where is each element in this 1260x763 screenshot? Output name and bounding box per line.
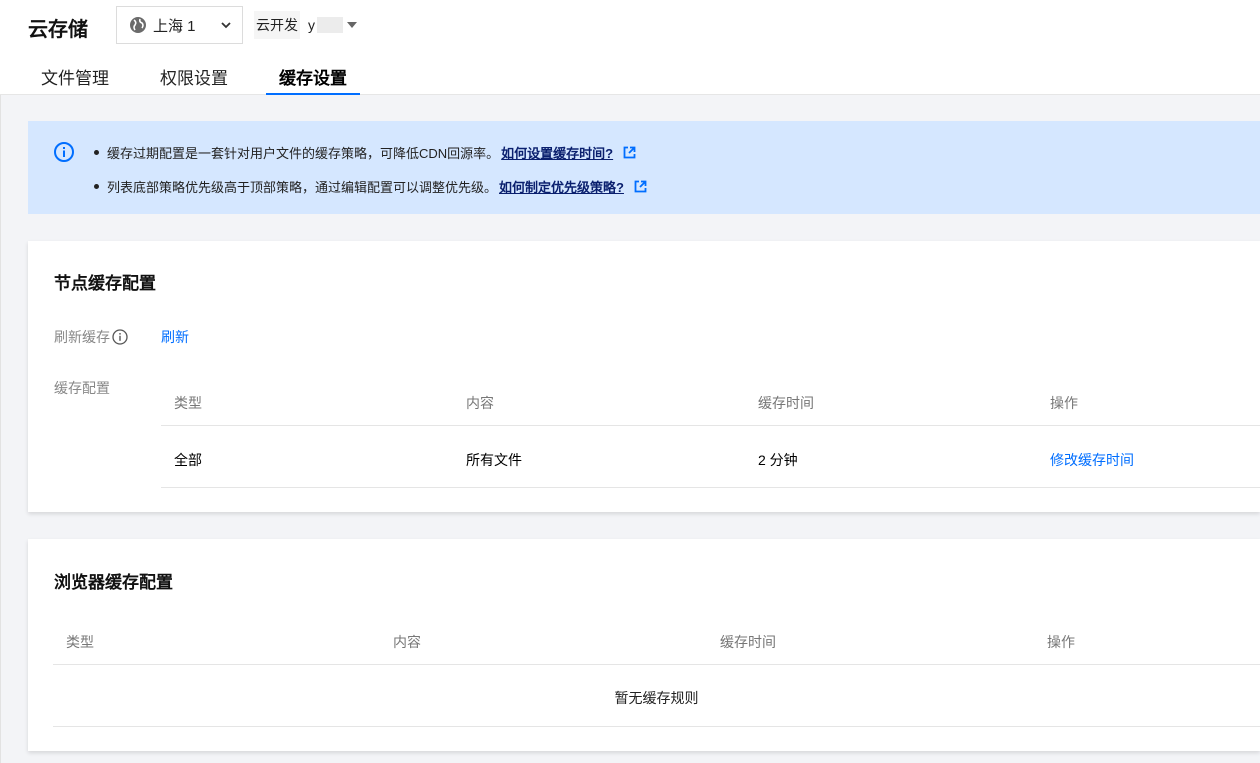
- row-divider: [53, 664, 1260, 665]
- browser-cache-card: 浏览器缓存配置 类型 内容 缓存时间 操作 暂无缓存规则: [28, 539, 1260, 751]
- priority-help-link[interactable]: 如何制定优先级策略?: [499, 177, 624, 196]
- table-header: 类型 内容 缓存时间 操作: [161, 393, 1260, 426]
- node-cache-card: 节点缓存配置 刷新缓存 刷新 缓存配置 类型 内容 缓存时间 操作 全部 所有文…: [28, 241, 1260, 512]
- cell-duration: 2 分钟: [758, 452, 798, 468]
- table-header: 类型 内容 缓存时间 操作: [53, 632, 1260, 665]
- region-select[interactable]: 上海 1: [116, 6, 243, 44]
- external-link-icon[interactable]: [623, 146, 636, 159]
- bullet: [94, 150, 99, 155]
- table-row: 全部 所有文件 2 分钟 修改缓存时间: [161, 450, 1260, 470]
- env-id: y: [308, 17, 315, 33]
- col-content: 内容: [393, 634, 421, 650]
- region-label: 上海 1: [153, 17, 196, 35]
- tab-file-management[interactable]: 文件管理: [28, 56, 122, 95]
- edit-cache-time-link[interactable]: 修改缓存时间: [1050, 450, 1134, 470]
- notice-text-1: 缓存过期配置是一套针对用户文件的缓存策略，可降低CDN回源率。: [107, 146, 500, 161]
- row-divider: [53, 726, 1260, 727]
- chevron-down-icon: [221, 22, 231, 29]
- col-duration: 缓存时间: [758, 395, 814, 411]
- env-name: 云开发: [254, 11, 300, 39]
- empty-state: 暂无缓存规则: [614, 690, 699, 706]
- cache-time-help-link[interactable]: 如何设置缓存时间?: [501, 143, 613, 162]
- tab-permission-settings[interactable]: 权限设置: [147, 56, 241, 95]
- info-circle-icon: [54, 142, 74, 162]
- page-header: 云存储 上海 1 云开发 y 文件管理 权限设置 缓存设置: [0, 0, 1260, 95]
- info-circle-icon[interactable]: [112, 329, 128, 345]
- row-divider: [161, 425, 1260, 426]
- notice-line-1: 缓存过期配置是一套针对用户文件的缓存策略，可降低CDN回源率。 如何设置缓存时间…: [94, 143, 636, 162]
- cell-content: 所有文件: [466, 452, 522, 468]
- col-action: 操作: [1047, 634, 1075, 650]
- browser-cache-table: 类型 内容 缓存时间 操作 暂无缓存规则: [53, 632, 1260, 727]
- caret-down-icon: [347, 22, 357, 28]
- left-border: [0, 0, 1, 763]
- external-link-icon[interactable]: [634, 180, 647, 193]
- cell-type: 全部: [174, 452, 202, 468]
- col-type: 类型: [174, 395, 202, 411]
- env-id-mask: [317, 17, 343, 33]
- col-content: 内容: [466, 395, 494, 411]
- globe-icon: [130, 17, 146, 33]
- node-cache-title: 节点缓存配置: [54, 274, 156, 293]
- bullet: [94, 184, 99, 189]
- col-duration: 缓存时间: [720, 634, 776, 650]
- node-cache-table: 类型 内容 缓存时间 操作 全部 所有文件 2 分钟 修改缓存时间: [161, 393, 1260, 488]
- tab-cache-settings[interactable]: 缓存设置: [266, 56, 360, 95]
- refresh-link[interactable]: 刷新: [161, 327, 189, 347]
- tab-bar: 文件管理 权限设置 缓存设置: [28, 56, 385, 95]
- cache-config-label: 缓存配置: [54, 380, 110, 396]
- app-title: 云存储: [28, 19, 88, 41]
- notice-text-2: 列表底部策略优先级高于顶部策略，通过编辑配置可以调整优先级。: [107, 180, 498, 195]
- row-divider: [161, 487, 1260, 488]
- env-select[interactable]: 云开发 y: [244, 6, 364, 44]
- col-action: 操作: [1050, 395, 1078, 411]
- notice-line-2: 列表底部策略优先级高于顶部策略，通过编辑配置可以调整优先级。 如何制定优先级策略…: [94, 177, 647, 196]
- col-type: 类型: [66, 634, 94, 650]
- browser-cache-title: 浏览器缓存配置: [54, 573, 173, 592]
- refresh-cache-label: 刷新缓存: [54, 327, 128, 347]
- refresh-cache-text: 刷新缓存: [54, 329, 110, 345]
- info-notice: 缓存过期配置是一套针对用户文件的缓存策略，可降低CDN回源率。 如何设置缓存时间…: [28, 121, 1260, 214]
